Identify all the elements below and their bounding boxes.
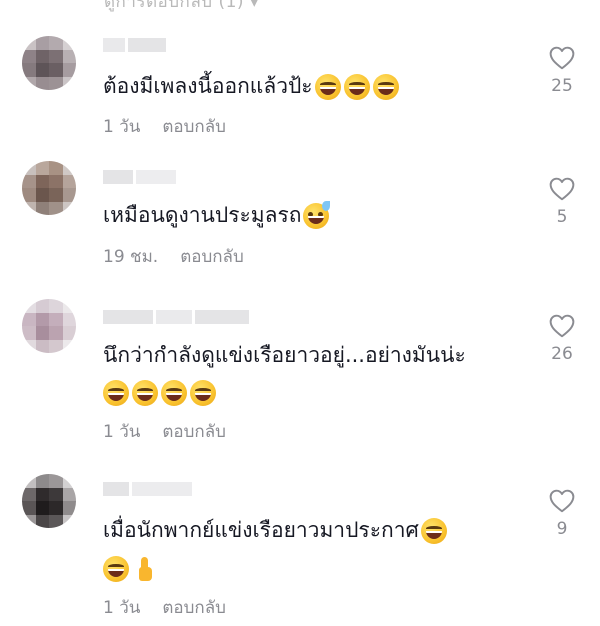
emoji-group: [103, 380, 216, 406]
like-count: 5: [556, 207, 568, 227]
grinning-squint-emoji-icon: [314, 74, 341, 100]
grinning-sweat-emoji-icon: [303, 201, 331, 229]
like-control[interactable]: 25: [540, 46, 584, 96]
reply-button[interactable]: ตอบกลับ: [162, 117, 226, 137]
like-control[interactable]: 26: [540, 314, 584, 364]
avatar[interactable]: [22, 161, 76, 215]
like-control[interactable]: 9: [540, 489, 584, 539]
comment-emoji-line: [103, 550, 158, 586]
grinning-squint-emoji-icon: [420, 518, 447, 544]
comment-meta: 1 วัน ตอบกลับ: [103, 418, 226, 445]
comment-body: นึกว่ากำลังดูแข่งเรือยาวอยู่...อย่างมันน…: [103, 343, 466, 367]
comment-time: 1 วัน: [103, 117, 141, 137]
comment-text: เหมือนดูงานประมูลรถ: [103, 197, 331, 233]
username-blurred[interactable]: [103, 38, 166, 52]
avatar[interactable]: [22, 36, 76, 90]
comment-body: เมื่อนักพากย์แข่งเรือยาวมาประกาศ: [103, 518, 419, 542]
comment-time: 1 วัน: [103, 422, 141, 442]
like-control[interactable]: 5: [540, 177, 584, 227]
grinning-squint-emoji-icon: [343, 74, 370, 100]
grinning-squint-emoji-icon: [372, 74, 399, 100]
grinning-squint-emoji-icon: [103, 380, 129, 406]
comment-body: ต้องมีเพลงนี้ออกแล้วป้ะ: [103, 74, 313, 98]
username-blurred[interactable]: [103, 310, 249, 324]
comment-time: 19 ชม.: [103, 247, 159, 267]
reply-button[interactable]: ตอบกลับ: [180, 247, 244, 267]
comment-text: ต้องมีเพลงนี้ออกแล้วป้ะ: [103, 68, 399, 104]
avatar[interactable]: [22, 474, 76, 528]
username-blurred[interactable]: [103, 482, 192, 496]
heart-outline-icon[interactable]: [549, 314, 575, 338]
like-count: 25: [551, 76, 573, 96]
reply-button[interactable]: ตอบกลับ: [162, 422, 226, 442]
emoji-group: [303, 201, 331, 229]
like-count: 9: [556, 519, 568, 539]
grinning-squint-emoji-icon: [103, 556, 129, 582]
emoji-group: [314, 74, 399, 100]
comment-text: เมื่อนักพากย์แข่งเรือยาวมาประกาศ: [103, 512, 447, 548]
comment-time: 1 วัน: [103, 598, 141, 618]
username-blurred[interactable]: [103, 170, 176, 184]
emoji-group: [420, 518, 447, 544]
grinning-squint-emoji-icon: [190, 380, 216, 406]
avatar[interactable]: [22, 299, 76, 353]
heart-outline-icon[interactable]: [549, 46, 575, 70]
reply-button[interactable]: ตอบกลับ: [162, 598, 226, 618]
emoji-group: [103, 556, 158, 582]
view-replies-link[interactable]: ดูการตอบกลับ (1) ▾: [104, 0, 259, 15]
comment-meta: 1 วัน ตอบกลับ: [103, 113, 226, 140]
comment-emoji-line: [103, 374, 216, 410]
like-count: 26: [551, 344, 573, 364]
grinning-squint-emoji-icon: [132, 380, 158, 406]
comment-meta: 19 ชม. ตอบกลับ: [103, 243, 244, 270]
comment-text: นึกว่ากำลังดูแข่งเรือยาวอยู่...อย่างมันน…: [103, 337, 466, 373]
heart-outline-icon[interactable]: [549, 489, 575, 513]
heart-outline-icon[interactable]: [549, 177, 575, 201]
comment-body: เหมือนดูงานประมูลรถ: [103, 203, 302, 227]
grinning-squint-emoji-icon: [161, 380, 187, 406]
thumbs-up-emoji-icon: [132, 556, 158, 582]
comment-meta: 1 วัน ตอบกลับ: [103, 594, 226, 621]
